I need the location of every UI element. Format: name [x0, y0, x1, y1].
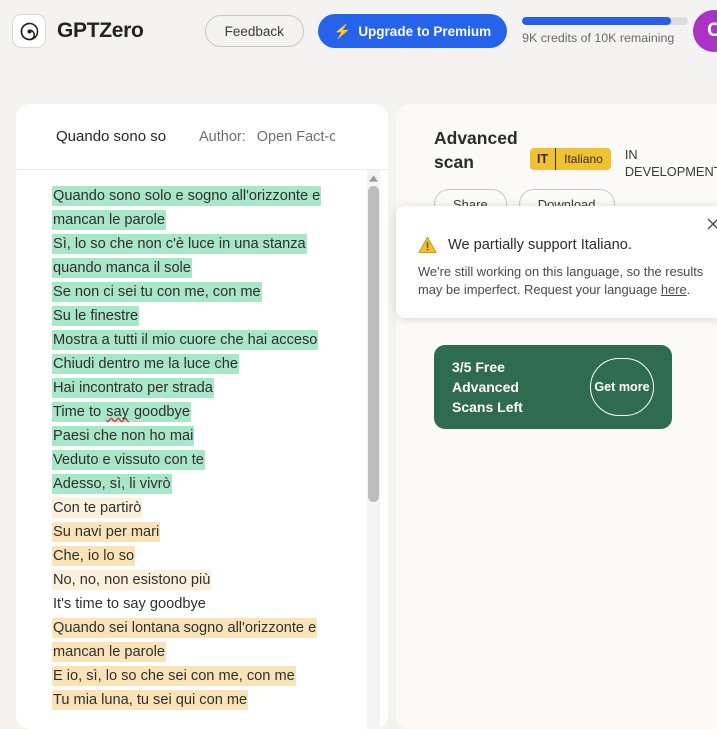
language-name: Italiano [564, 152, 603, 166]
document-line: Adesso, sì, li vivrò [52, 472, 172, 496]
document-line: mancan le parole [52, 640, 166, 664]
document-line: mancan le parole [52, 208, 166, 232]
document-line: Quando sei lontana sogno all'orizzonte e [52, 616, 318, 640]
credits-progress-fill [522, 17, 672, 25]
free-scans-card: 3/5 Free Advanced Scans Left Get more [434, 345, 672, 429]
gptzero-spiral-icon [12, 14, 46, 48]
author-value: Open Fact-c [256, 128, 335, 145]
brand-logo[interactable]: GPTZero [12, 14, 144, 48]
line-text: Paesi che non ho mai [52, 426, 195, 446]
document-line: Paesi che non ho mai [52, 424, 195, 448]
document-card: Quando sono so Author: Open Fact-c Quand… [16, 104, 388, 729]
line-text: Se non ci sei tu con me, con me [52, 282, 262, 302]
line-text: Su le finestre [52, 306, 140, 326]
avatar[interactable]: C [693, 10, 717, 52]
caret-up-icon[interactable] [367, 172, 380, 185]
document-line: quando manca il sole [52, 256, 192, 280]
line-text: Tu mia luna, tu sei qui con me [52, 690, 249, 710]
language-support-alert: We partially support Italiano. We're sti… [396, 206, 717, 318]
upgrade-to-premium-button[interactable]: ⚡ Upgrade to Premium [317, 14, 508, 48]
document-line: Time to say goodbye [52, 400, 191, 424]
lightning-bolt-icon: ⚡ [333, 23, 352, 39]
author-label: Author: [199, 128, 246, 145]
document-line: Quando sono solo e sogno all'orizzonte e [52, 184, 322, 208]
line-text: E io, sì, lo so che sei con me, con me [52, 666, 296, 686]
upgrade-label: Upgrade to Premium [358, 23, 492, 39]
brand-name: GPTZero [57, 19, 144, 42]
document-line: Su navi per mari [52, 520, 161, 544]
feedback-button[interactable]: Feedback [204, 15, 304, 47]
document-header: Quando sono so Author: Open Fact-c [16, 104, 388, 170]
document-line: Mostra a tutti il mio cuore che hai acce… [52, 328, 319, 352]
warning-triangle-icon [418, 236, 437, 254]
line-text: Che, io lo so [52, 546, 136, 566]
top-bar: GPTZero Feedback ⚡ Upgrade to Premium 9K… [0, 0, 717, 62]
document-text-body[interactable]: Quando sono solo e sogno all'orizzonte e… [16, 170, 388, 729]
credits-progress-track [522, 17, 689, 25]
line-text: Con te partirò [52, 498, 143, 518]
document-scrollbar[interactable] [367, 170, 380, 729]
document-title: Quando sono so [56, 128, 167, 145]
document-line: Veduto e vissuto con te [52, 448, 205, 472]
alert-title: We partially support Italiano. [448, 237, 632, 253]
line-text: Su navi per mari [52, 522, 161, 542]
language-badge: IT Italiano [530, 148, 611, 170]
free-scans-text: 3/5 Free Advanced Scans Left [452, 359, 523, 415]
line-text: Adesso, sì, li vivrò [52, 474, 172, 494]
document-line: No, no, non esistono più [52, 568, 212, 592]
document-lines: Quando sono solo e sogno all'orizzonte e… [52, 184, 362, 712]
line-text: No, no, non esistono più [52, 570, 212, 590]
alert-title-row: We partially support Italiano. [418, 236, 704, 254]
document-line: Chiudi dentro me la luce che [52, 352, 239, 376]
document-line: Sì, lo so che non c'è luce in una stanza [52, 232, 307, 256]
spellcheck-underline: say [106, 404, 129, 420]
line-text: It's time to say goodbye [53, 596, 206, 612]
line-text: Veduto e vissuto con te [52, 450, 205, 470]
line-text: mancan le parole [52, 642, 166, 662]
line-text: Sì, lo so che non c'è luce in una stanza [52, 234, 307, 254]
alert-body-suffix: . [686, 282, 691, 297]
document-line: Tu mia luna, tu sei qui con me [52, 688, 249, 712]
advanced-scan-header: Advanced scan IT Italiano IN DEVELOPMENT [396, 104, 717, 180]
document-line: Se non ci sei tu con me, con me [52, 280, 262, 304]
language-code: IT [530, 148, 557, 170]
line-text: Chiudi dentro me la luce che [52, 354, 239, 374]
in-development-status: IN DEVELOPMENT [624, 147, 717, 179]
get-more-button[interactable]: Get more [590, 358, 654, 416]
document-line: E io, sì, lo so che sei con me, con me [52, 664, 296, 688]
document-line: Con te partirò [52, 496, 143, 520]
alert-body: We're still working on this language, so… [418, 263, 704, 299]
line-text: Time to say goodbye [52, 402, 191, 422]
document-line: Che, io lo so [52, 544, 136, 568]
line-text: Mostra a tutti il mio cuore che hai acce… [52, 330, 319, 350]
credits-meter: 9K credits of 10K remaining [522, 17, 689, 45]
line-text: Quando sono solo e sogno all'orizzonte e [52, 186, 322, 206]
advanced-scan-title: Advanced scan [434, 128, 518, 172]
document-line: Su le finestre [52, 304, 140, 328]
line-text: Quando sei lontana sogno all'orizzonte e [52, 618, 318, 638]
line-text: Hai incontrato per strada [52, 378, 214, 398]
line-text: mancan le parole [52, 210, 166, 230]
request-language-link[interactable]: here [661, 282, 687, 297]
close-x-icon[interactable] [702, 213, 717, 235]
credits-label: 9K credits of 10K remaining [522, 31, 675, 45]
document-line: Hai incontrato per strada [52, 376, 214, 400]
document-line: It's time to say goodbye [52, 592, 207, 616]
scrollbar-thumb[interactable] [368, 186, 379, 502]
line-text: quando manca il sole [52, 258, 192, 278]
